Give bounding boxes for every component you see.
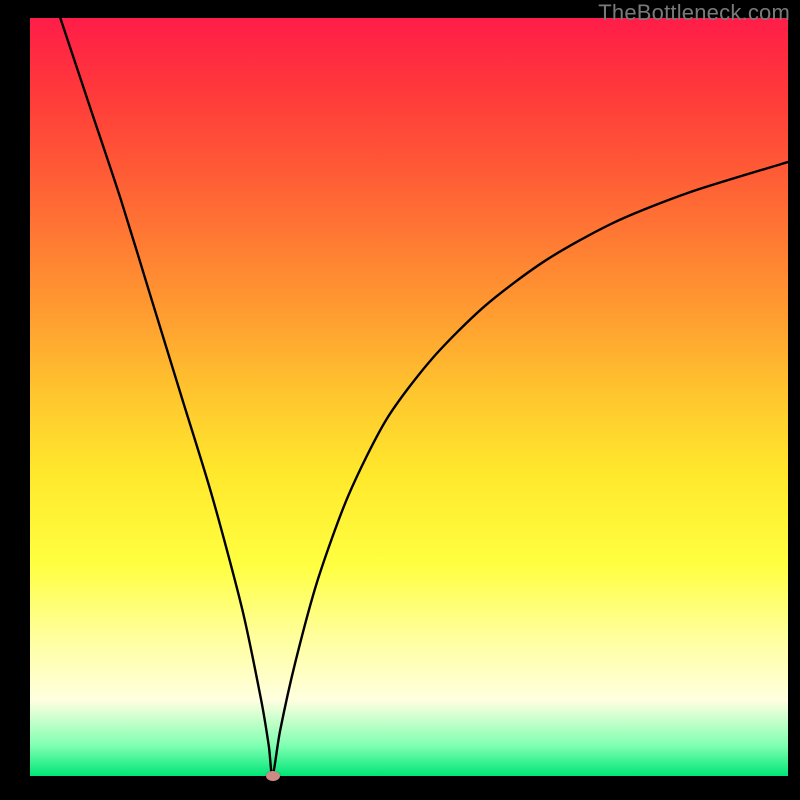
- optimum-marker: [266, 771, 280, 781]
- curve-path: [60, 18, 788, 776]
- chart-stage: TheBottleneck.com: [0, 0, 800, 800]
- watermark-text: TheBottleneck.com: [598, 0, 790, 26]
- plot-gradient-area: [30, 18, 788, 776]
- bottleneck-curve: [30, 18, 788, 776]
